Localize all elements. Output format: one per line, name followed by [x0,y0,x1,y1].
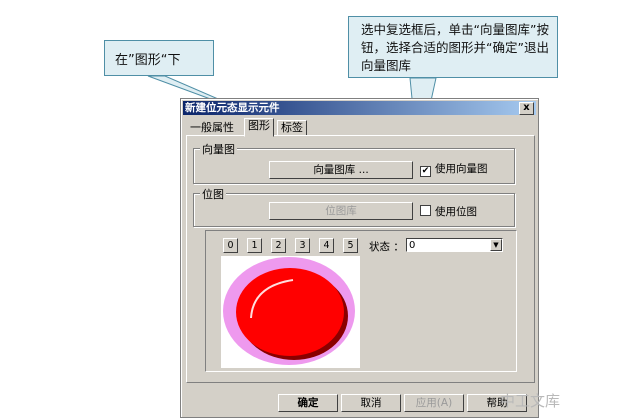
state-button-0-label: 0 [227,240,234,251]
tab-general-label: 一般属性 [190,121,234,134]
callout-graphic-tab: 在”图形“下 [104,40,214,76]
use-vector-checkbox[interactable]: ✔ 使用向量图 [420,163,488,177]
callout-right-text: 选中复选框后，单击“向量图库”按钮，选择合适的图形并“确定”退出向量图库 [361,22,549,73]
bitmap-group-title: 位图 [200,186,226,202]
state-button-5[interactable]: 5 [343,238,358,253]
use-bitmap-label: 使用位图 [435,206,477,218]
state-button-5-label: 5 [347,240,354,251]
state-select[interactable]: 0 ▼ [406,238,503,252]
state-button-4-label: 4 [323,240,330,251]
tab-graphic-label: 图形 [248,119,270,132]
chevron-down-icon[interactable]: ▼ [490,239,502,251]
state-button-3-label: 3 [299,240,306,251]
red-lamp-icon [223,257,355,365]
watermark-text: 中工文库 [500,392,561,410]
checkbox-unchecked-icon [420,205,431,216]
callout-vector-instructions: 选中复选框后，单击“向量图库”按钮，选择合适的图形并“确定”退出向量图库 [348,16,558,78]
state-button-1[interactable]: 1 [247,238,262,253]
state-button-2[interactable]: 2 [271,238,286,253]
ok-button-label: 确定 [297,397,319,409]
vector-library-button[interactable]: 向量图库 ... [269,161,413,179]
state-label: 状态 ： [369,241,404,253]
dialog-title: 新建位元态显示元件 [185,102,280,114]
ok-button[interactable]: 确定 [278,394,338,412]
new-bit-state-dialog: 新建位元态显示元件 x 一般属性 图形 标签 向量图 向量图库 ... ✔ 使用向… [180,98,539,418]
bitmap-library-button[interactable]: 位图库 [269,202,413,220]
state-button-3[interactable]: 3 [295,238,310,253]
vector-library-button-label: 向量图库 ... [313,164,369,176]
apply-button[interactable]: 应用(A) [404,394,464,412]
close-icon: x [523,102,530,113]
vector-group-title: 向量图 [200,141,237,157]
close-button[interactable]: x [519,102,534,115]
dialog-titlebar: 新建位元态显示元件 x [183,101,536,115]
tab-graphic[interactable]: 图形 [244,118,274,137]
apply-button-label: 应用(A) [415,397,453,409]
state-button-4[interactable]: 4 [319,238,334,253]
cancel-button-label: 取消 [360,397,382,409]
bitmap-library-button-label: 位图库 [325,205,357,217]
state-select-value: 0 [409,240,416,251]
tab-general-properties[interactable]: 一般属性 [187,121,237,135]
tab-label[interactable]: 标签 [277,120,307,136]
checkbox-checked-icon: ✔ [420,166,431,177]
use-bitmap-checkbox[interactable]: 使用位图 [420,205,477,218]
state-button-0[interactable]: 0 [223,238,238,253]
graphic-preview [221,256,360,368]
state-button-2-label: 2 [275,240,282,251]
callout-left-text: 在”图形“下 [115,53,181,68]
use-vector-label: 使用向量图 [435,163,488,175]
state-button-1-label: 1 [251,240,258,251]
cancel-button[interactable]: 取消 [341,394,401,412]
tab-label-label: 标签 [281,121,303,134]
